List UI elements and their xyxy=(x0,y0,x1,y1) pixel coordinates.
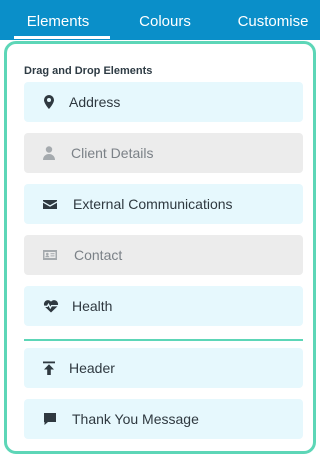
element-client-details[interactable]: Client Details xyxy=(24,133,303,173)
user-icon xyxy=(41,145,57,161)
active-tab-indicator xyxy=(14,36,110,39)
map-marker-icon xyxy=(41,94,57,110)
element-label: Client Details xyxy=(71,145,154,161)
element-label: Thank You Message xyxy=(72,411,199,427)
element-label: Health xyxy=(72,298,113,314)
tab-elements[interactable]: Elements xyxy=(14,0,102,40)
element-label: Header xyxy=(69,360,115,376)
element-thank-you-message[interactable]: Thank You Message xyxy=(24,399,303,439)
envelope-icon xyxy=(42,196,58,212)
element-health[interactable]: Health xyxy=(24,286,303,326)
element-external-communications[interactable]: External Communications xyxy=(24,184,303,224)
heartbeat-icon xyxy=(43,298,59,314)
tab-colours[interactable]: Colours xyxy=(122,0,208,40)
element-label: External Communications xyxy=(73,196,233,212)
element-header[interactable]: Header xyxy=(24,348,303,388)
elements-panel: Drag and Drop Elements Address Client De… xyxy=(4,41,316,454)
element-label: Contact xyxy=(74,247,123,263)
element-contact[interactable]: Contact xyxy=(24,235,303,275)
element-label: Address xyxy=(69,94,121,110)
panel-heading: Drag and Drop Elements xyxy=(24,65,153,77)
section-divider xyxy=(24,339,303,341)
tab-customise[interactable]: Customise xyxy=(230,0,316,40)
comment-icon xyxy=(42,411,58,427)
tab-bar: Elements Colours Customise xyxy=(0,0,320,40)
id-card-icon xyxy=(42,247,58,263)
element-address[interactable]: Address xyxy=(24,82,303,122)
arrow-to-top-icon xyxy=(41,360,57,376)
